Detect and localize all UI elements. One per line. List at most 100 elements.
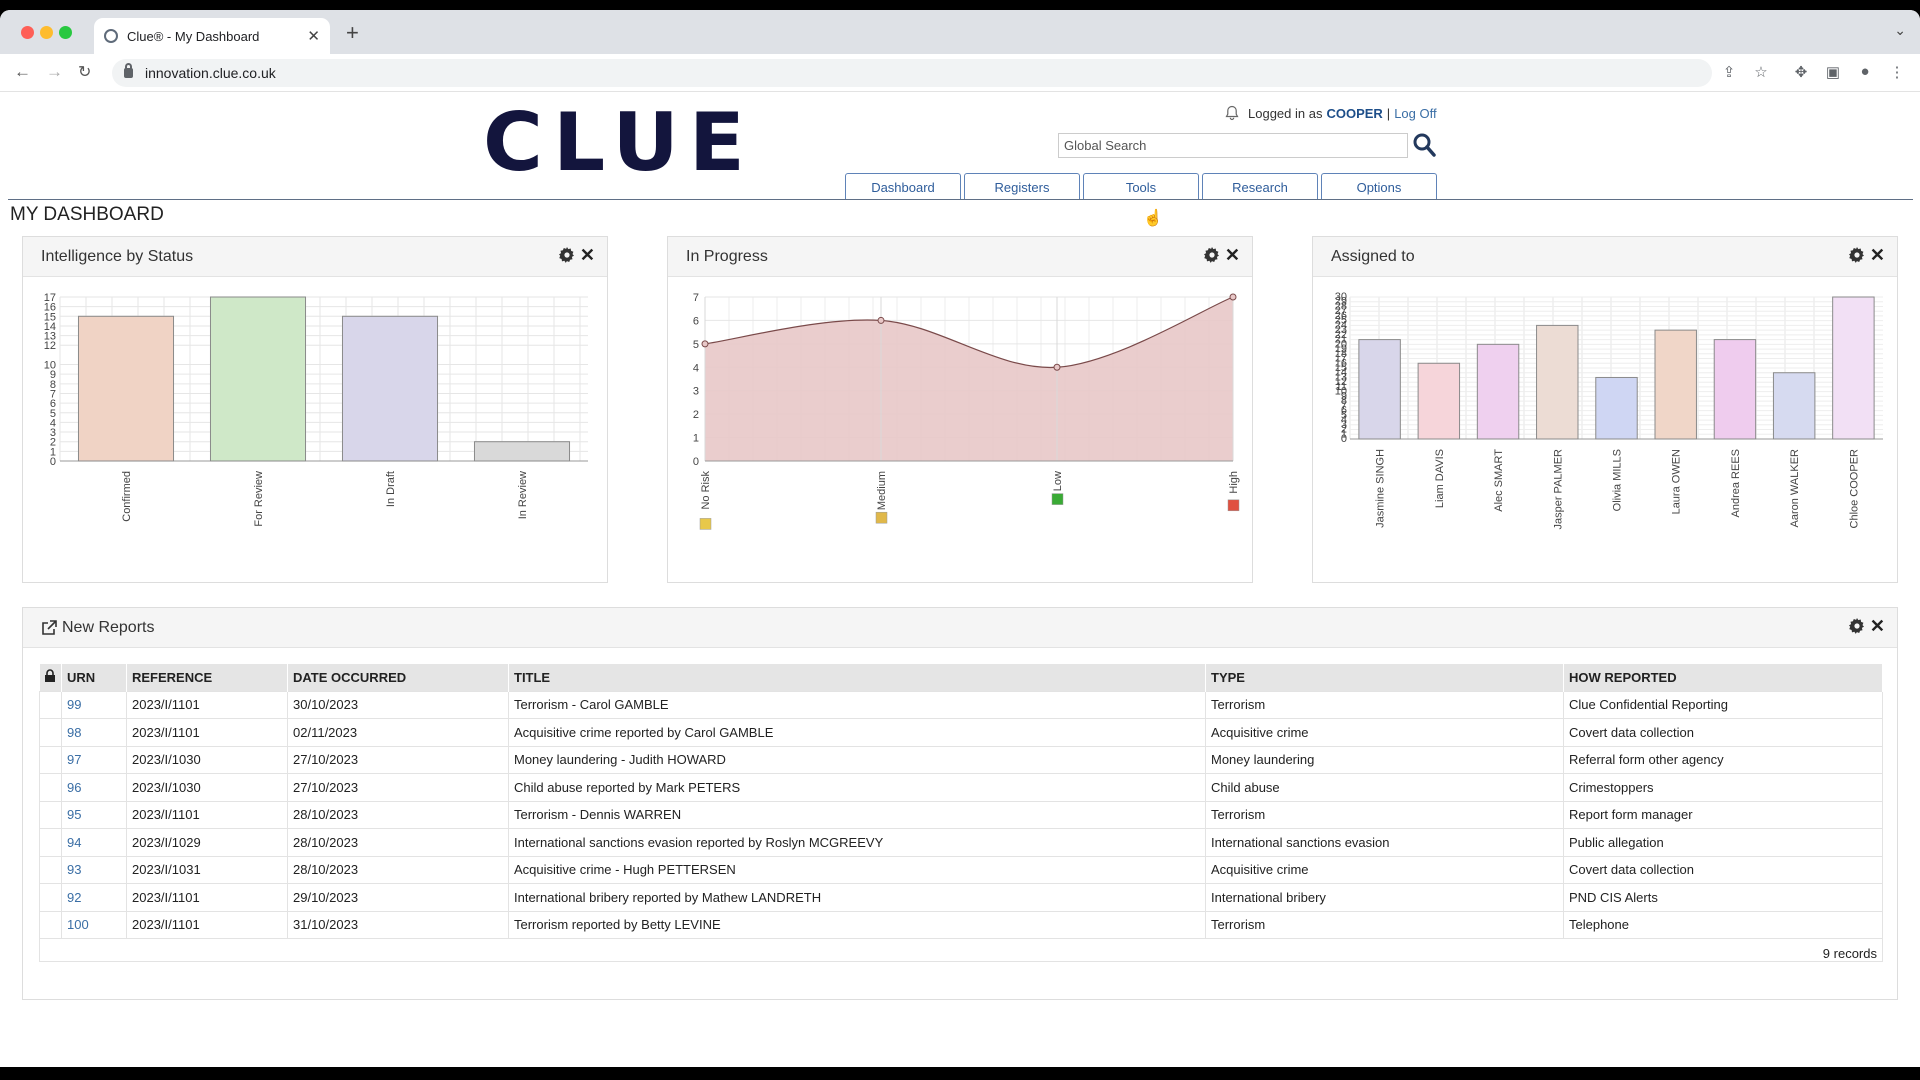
table-row[interactable]: 99 2023/I/1101 30/10/2023 Terrorism - Carol… [39, 690, 1883, 719]
risk-color-marker [875, 511, 888, 524]
gear-icon[interactable] [1203, 247, 1220, 263]
table-row[interactable]: 97 2023/I/1030 27/10/2023 Money laundering … [39, 745, 1883, 774]
y-tick-label: 0 [693, 456, 699, 468]
bar [1358, 339, 1401, 440]
x-tick-label: Aaron WALKER [1789, 449, 1801, 528]
column-header[interactable]: REFERENCE [126, 664, 288, 691]
lock-cell [39, 800, 62, 829]
table-row[interactable]: 96 2023/I/1030 27/10/2023 Child abuse repor… [39, 773, 1883, 802]
x-tick-label: Jasper PALMER [1552, 449, 1564, 530]
table-cell: Terrorism - Carol GAMBLE [508, 690, 1206, 719]
browser-tab[interactable]: Clue® - My Dashboard ✕ [94, 18, 330, 54]
address-bar[interactable]: innovation.clue.co.uk [112, 59, 1712, 87]
lock-cell [39, 690, 62, 719]
table-row[interactable]: 93 2023/I/1031 28/10/2023 Acquisitive crime… [39, 855, 1883, 884]
reload-icon[interactable]: ↻ [78, 62, 91, 82]
nav-tab-research[interactable]: Research [1202, 173, 1318, 200]
urn-link[interactable]: 96 [67, 780, 81, 795]
table-cell: 27/10/2023 [287, 773, 509, 802]
page-content: CLUE Logged in as COOPER | Log Off Dashb… [0, 93, 1920, 1067]
column-header[interactable]: URN [61, 664, 127, 691]
close-widget-icon[interactable]: ✕ [580, 246, 595, 264]
gear-icon[interactable] [558, 247, 575, 263]
table-row[interactable]: 95 2023/I/1101 28/10/2023 Terrorism - Denni… [39, 800, 1883, 829]
table-row[interactable]: 94 2023/I/1029 28/10/2023 International san… [39, 828, 1883, 857]
urn-link[interactable]: 100 [67, 917, 89, 932]
urn-link[interactable]: 97 [67, 752, 81, 767]
back-arrow-icon[interactable]: ← [14, 62, 31, 82]
table-cell: Acquisitive crime - Hugh PETTERSEN [508, 855, 1206, 884]
widget-title: Assigned to [1331, 247, 1415, 265]
share-icon[interactable]: ⇪ [1720, 63, 1738, 81]
x-tick-label: Olivia MILLS [1612, 449, 1624, 511]
bookmark-star-icon[interactable]: ☆ [1752, 63, 1770, 81]
urn-cell[interactable]: 97 [61, 745, 127, 774]
nav-tab-registers[interactable]: Registers [964, 173, 1080, 200]
forward-arrow-icon[interactable]: → [46, 62, 63, 82]
new-tab-icon[interactable]: + [346, 20, 359, 46]
table-cell: 2023/I/1101 [126, 883, 288, 912]
table-cell: 28/10/2023 [287, 828, 509, 857]
extensions-icon[interactable]: ✥ [1792, 63, 1810, 81]
urn-link[interactable]: 94 [67, 835, 81, 850]
bar [1476, 343, 1520, 440]
nav-tab-options[interactable]: Options [1321, 173, 1437, 200]
column-header[interactable]: DATE OCCURRED [287, 664, 509, 691]
table-cell: 2023/I/1101 [126, 800, 288, 829]
urn-cell[interactable]: 98 [61, 718, 127, 747]
table-cell: PND CIS Alerts [1563, 883, 1883, 912]
log-off-link[interactable]: Log Off [1394, 106, 1436, 121]
urn-cell[interactable]: 96 [61, 773, 127, 802]
global-search-input[interactable] [1058, 133, 1408, 158]
widget-in-progress: In Progress ✕ 0 1 2 3 4 5 6 7 No Risk Medium Low Hi… [667, 236, 1253, 583]
urn-cell[interactable]: 92 [61, 883, 127, 912]
y-tick-label: 10 [44, 360, 56, 372]
column-header[interactable]: TYPE [1205, 664, 1564, 691]
nav-tab-dashboard[interactable]: Dashboard [845, 173, 961, 200]
nav-tab-tools[interactable]: Tools [1083, 173, 1199, 200]
urn-cell[interactable]: 94 [61, 828, 127, 857]
x-tick-label: Liam DAVIS [1434, 449, 1446, 508]
urn-cell[interactable]: 95 [61, 800, 127, 829]
browser-menu-icon[interactable]: ⋮ [1888, 63, 1906, 81]
side-panel-icon[interactable]: ▣ [1824, 63, 1842, 81]
close-widget-icon[interactable]: ✕ [1870, 246, 1885, 264]
table-cell: International sanctions evasion [1205, 828, 1564, 857]
bar [1536, 324, 1579, 440]
bar [341, 315, 439, 462]
widget-new-reports: New Reports ✕ URN REFERENCE DATE OCCURRE… [22, 607, 1898, 1000]
column-header[interactable]: HOW REPORTED [1563, 664, 1883, 691]
lock-cell [39, 745, 62, 774]
clue-logo: CLUE [483, 110, 758, 174]
urn-link[interactable]: 95 [67, 807, 81, 822]
widget-title: New Reports [62, 618, 155, 636]
urn-cell[interactable]: 93 [61, 855, 127, 884]
table-row[interactable]: 92 2023/I/1101 29/10/2023 International bri… [39, 883, 1883, 912]
close-widget-icon[interactable]: ✕ [1870, 617, 1885, 635]
close-widget-icon[interactable]: ✕ [1225, 246, 1240, 264]
urn-link[interactable]: 98 [67, 725, 81, 740]
urn-link[interactable]: 99 [67, 697, 81, 712]
table-cell: Covert data collection [1563, 718, 1883, 747]
table-row[interactable]: 98 2023/I/1101 02/11/2023 Acquisitive crime… [39, 718, 1883, 747]
table-cell: 27/10/2023 [287, 745, 509, 774]
search-icon[interactable] [1412, 132, 1436, 158]
username: COOPER [1326, 105, 1383, 121]
profile-avatar-icon[interactable]: ● [1856, 63, 1874, 81]
bar [1417, 362, 1461, 440]
column-header[interactable]: TITLE [508, 664, 1206, 691]
logged-in-label: Logged in as [1248, 105, 1323, 121]
gear-icon[interactable] [1848, 618, 1865, 634]
minimize-window-button[interactable] [40, 26, 53, 39]
table-cell: Acquisitive crime reported by Carol GAMB… [508, 718, 1206, 747]
tab-search-chevron-icon[interactable]: ⌄ [1894, 22, 1906, 39]
close-tab-icon[interactable]: ✕ [307, 27, 320, 45]
close-window-button[interactable] [21, 26, 34, 39]
urn-link[interactable]: 92 [67, 890, 81, 905]
urn-link[interactable]: 93 [67, 862, 81, 877]
maximize-window-button[interactable] [59, 26, 72, 39]
gear-icon[interactable] [1848, 247, 1865, 263]
urn-cell[interactable]: 99 [61, 690, 127, 719]
bell-icon[interactable] [1224, 105, 1240, 121]
table-cell: Acquisitive crime [1205, 855, 1564, 884]
